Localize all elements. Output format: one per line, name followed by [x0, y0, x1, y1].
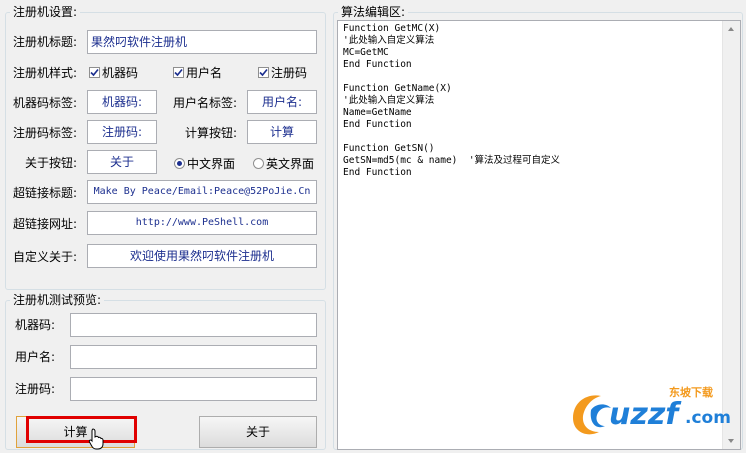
radio-selected-icon: [174, 158, 185, 169]
username-label-label: 用户名标签:: [173, 96, 238, 110]
machine-code-label-field[interactable]: 机器码:: [87, 90, 157, 114]
regcode-label-label: 注册码标签:: [13, 126, 78, 140]
checkbox-checked-icon: [258, 67, 269, 78]
algorithm-title: 算法编辑区:: [338, 5, 409, 19]
radio-chinese-ui[interactable]: 中文界面: [174, 155, 235, 172]
link-title-field[interactable]: Make By Peace/Email:Peace@52PoJie.Cn: [87, 180, 317, 204]
style-check-machine-code-label: 机器码: [102, 66, 139, 80]
preview-username-input[interactable]: [70, 345, 317, 369]
custom-about-field[interactable]: 欢迎使用果然叼软件注册机: [87, 244, 317, 268]
keygen-title-field[interactable]: 果然叼软件注册机: [87, 30, 317, 54]
hand-cursor-icon: [88, 428, 104, 450]
machine-code-label-label: 机器码标签:: [13, 96, 78, 110]
radio-unselected-icon: [253, 158, 264, 169]
preview-about-button[interactable]: 关于: [199, 416, 317, 448]
about-button-label: 关于按钮:: [25, 156, 78, 170]
keygen-settings-title: 注册机设置:: [10, 5, 81, 19]
calc-button-label: 计算按钮:: [185, 126, 238, 140]
style-check-machine-code[interactable]: 机器码: [89, 64, 138, 81]
style-check-username-label: 用户名: [186, 66, 223, 80]
algorithm-code: Function GetMC(X) '此处输入自定义算法 MC=GetMC En…: [343, 23, 561, 178]
about-button-text-field[interactable]: 关于: [87, 150, 157, 174]
style-check-username[interactable]: 用户名: [173, 64, 222, 81]
highlight-box: [26, 416, 137, 443]
link-url-field[interactable]: http://www.PeShell.com: [87, 211, 317, 235]
link-title-label: 超链接标题:: [13, 186, 78, 200]
keygen-preview-title: 注册机测试预览:: [10, 293, 105, 307]
checkbox-checked-icon: [173, 67, 184, 78]
regcode-label-field[interactable]: 注册码:: [87, 120, 157, 144]
custom-about-label: 自定义关于:: [13, 250, 78, 264]
style-check-regcode-label: 注册码: [271, 66, 308, 80]
username-label-field[interactable]: 用户名:: [247, 90, 317, 114]
preview-machine-code-label: 机器码:: [15, 318, 56, 332]
link-url-label: 超链接网址:: [13, 217, 78, 231]
calc-button-text-field[interactable]: 计算: [247, 120, 317, 144]
preview-about-button-label: 关于: [245, 425, 270, 439]
watermark-logo: 东坡下载 uzzf .com: [565, 384, 741, 444]
keygen-style-label: 注册机样式:: [13, 66, 78, 80]
scroll-up-arrow-icon[interactable]: [728, 27, 734, 31]
watermark-brand: uzzf: [609, 397, 679, 432]
preview-machine-code-input[interactable]: [70, 313, 317, 337]
preview-regcode-label: 注册码:: [15, 382, 56, 396]
checkbox-checked-icon: [89, 67, 100, 78]
keygen-title-label: 注册机标题:: [13, 35, 78, 49]
radio-english-ui-label: 英文界面: [266, 157, 315, 171]
radio-english-ui[interactable]: 英文界面: [253, 155, 314, 172]
style-check-regcode[interactable]: 注册码: [258, 64, 307, 81]
preview-username-label: 用户名:: [15, 350, 56, 364]
watermark-tld: .com: [685, 408, 731, 428]
radio-chinese-ui-label: 中文界面: [187, 157, 236, 171]
preview-regcode-input[interactable]: [70, 377, 317, 401]
